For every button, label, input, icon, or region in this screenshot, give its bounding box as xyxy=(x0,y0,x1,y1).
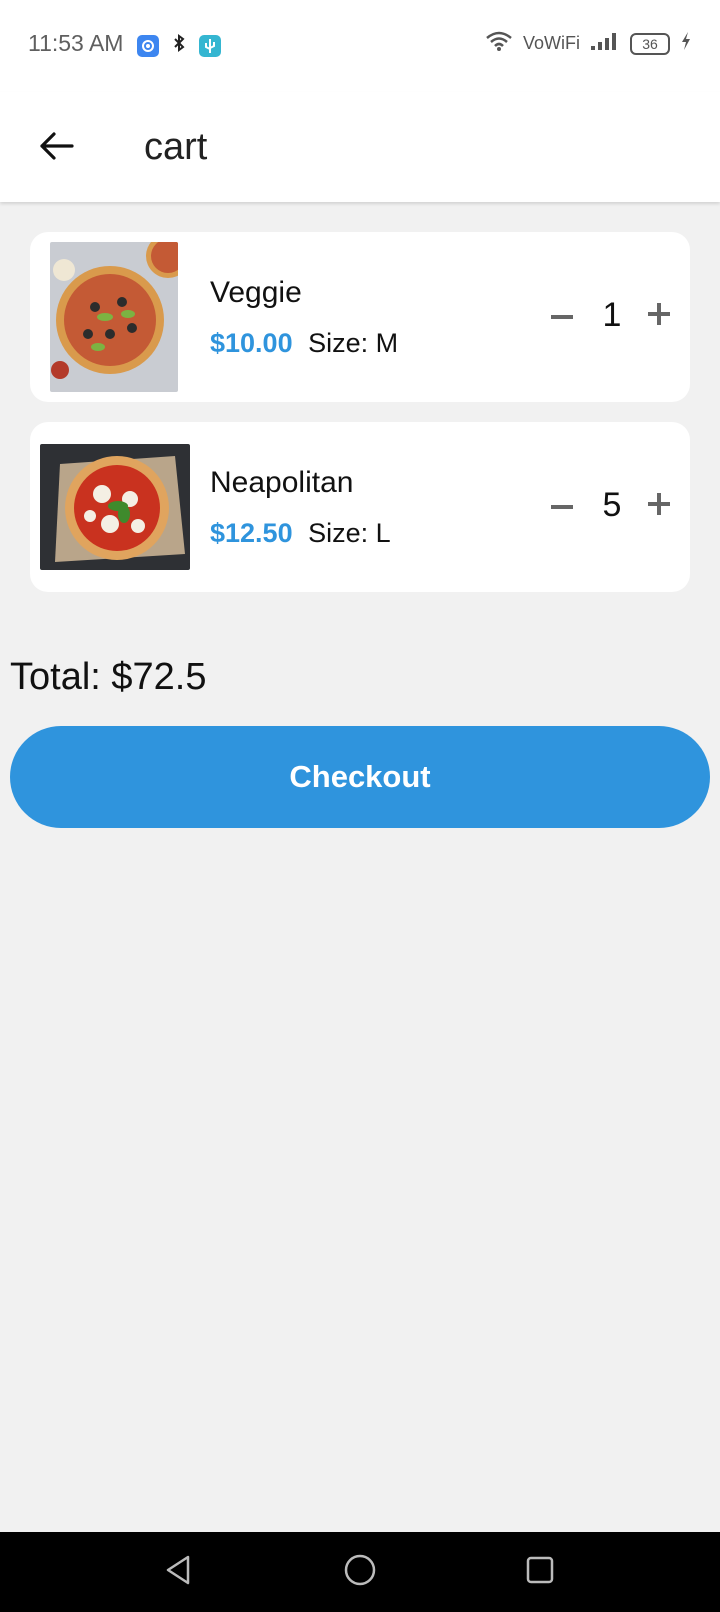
cart-total: Total: $72.5 xyxy=(10,656,207,698)
system-nav-bar xyxy=(0,1532,720,1612)
wifi-icon xyxy=(485,30,513,57)
status-bar: 11:53 AM VoWiFi 36 xyxy=(0,0,720,92)
app-bar: cart xyxy=(0,92,720,202)
checkout-button[interactable]: Checkout xyxy=(10,726,710,828)
arrow-left-icon xyxy=(38,131,74,166)
decrease-quantity-button[interactable] xyxy=(542,296,582,336)
minus-icon xyxy=(551,497,573,515)
decrease-quantity-button[interactable] xyxy=(542,486,582,526)
quantity-value: 5 xyxy=(602,486,622,524)
item-price: $12.50 xyxy=(210,518,293,548)
bluetooth-icon xyxy=(171,34,187,57)
increase-quantity-button[interactable] xyxy=(639,296,679,336)
increase-quantity-button[interactable] xyxy=(639,486,679,526)
charging-icon xyxy=(680,31,692,56)
battery-icon: 36 xyxy=(630,32,670,55)
recents-square-icon xyxy=(525,1555,555,1590)
item-price-line: $12.50 Size: L xyxy=(210,518,391,549)
nav-back-button[interactable] xyxy=(156,1550,200,1594)
back-button[interactable] xyxy=(30,122,82,174)
status-time: 11:53 AM xyxy=(28,30,124,56)
settings-app-icon xyxy=(137,34,159,57)
plus-icon xyxy=(648,492,670,520)
item-name: Neapolitan xyxy=(210,466,354,499)
signal-icon xyxy=(590,31,620,56)
status-right-icons: VoWiFi 36 xyxy=(485,30,692,57)
cart-item-neapolitan[interactable]: Neapolitan $12.50 Size: L 5 xyxy=(30,422,690,592)
item-price: $10.00 xyxy=(210,328,293,358)
veggie-pizza-image xyxy=(50,242,178,392)
home-circle-icon xyxy=(344,1554,376,1591)
minus-icon xyxy=(551,307,573,325)
status-left-icons xyxy=(137,34,221,57)
item-name: Veggie xyxy=(210,276,302,309)
neapolitan-pizza-image xyxy=(40,444,190,570)
network-label: VoWiFi xyxy=(522,33,580,53)
nav-recents-button[interactable] xyxy=(518,1550,562,1594)
quantity-value: 1 xyxy=(602,296,622,334)
page-title: cart xyxy=(144,126,208,168)
item-price-line: $10.00 Size: M xyxy=(210,328,398,359)
back-triangle-icon xyxy=(163,1554,193,1591)
nav-home-button[interactable] xyxy=(338,1550,382,1594)
usb-icon xyxy=(199,34,221,57)
cart-item-veggie[interactable]: Veggie $10.00 Size: M 1 xyxy=(30,232,690,402)
item-size: Size: L xyxy=(308,518,391,548)
plus-icon xyxy=(648,302,670,330)
item-size: Size: M xyxy=(308,328,399,358)
